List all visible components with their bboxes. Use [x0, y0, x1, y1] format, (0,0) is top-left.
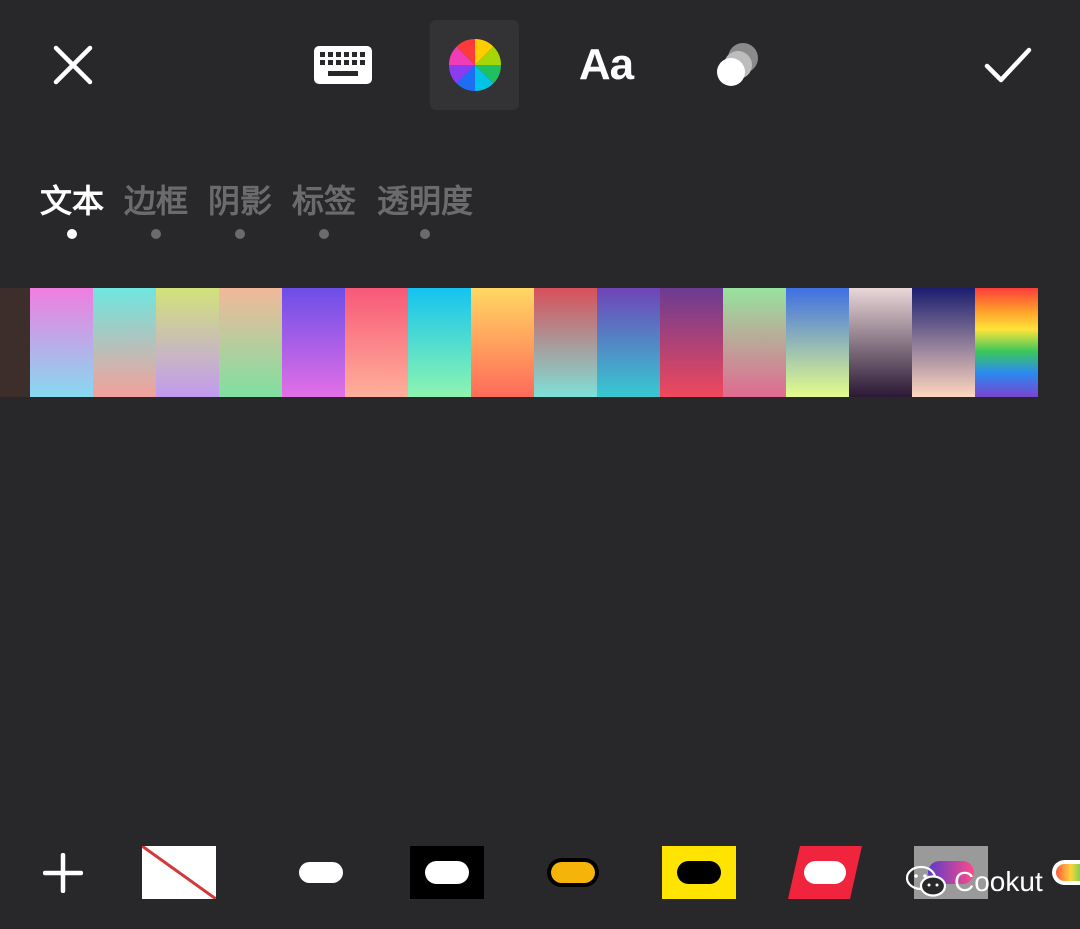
- close-icon: [53, 45, 93, 85]
- tab-indicator-dot: [319, 229, 329, 239]
- gradient-swatch[interactable]: [156, 288, 219, 397]
- gradient-swatch[interactable]: [597, 288, 660, 397]
- tab-indicator-dot: [235, 229, 245, 239]
- gradient-swatch[interactable]: [660, 288, 723, 397]
- tab-3[interactable]: 标签: [292, 176, 357, 239]
- gradient-swatch[interactable]: [786, 288, 849, 397]
- color-strip-edge: [0, 288, 30, 397]
- style-black-box-white-pill[interactable]: [410, 846, 484, 899]
- gradient-swatch[interactable]: [534, 288, 597, 397]
- tab-indicator-dot: [67, 229, 77, 239]
- no-style-icon: [142, 846, 216, 899]
- checkmark-icon: [984, 47, 1032, 83]
- confirm-button[interactable]: [976, 20, 1040, 110]
- tab-indicator-dot: [420, 229, 430, 239]
- gradient-swatch[interactable]: [30, 288, 93, 397]
- overlap-circles-icon: [717, 43, 758, 86]
- close-button[interactable]: [40, 20, 106, 110]
- gradient-swatch[interactable]: [723, 288, 786, 397]
- tab-label: 标签: [292, 182, 357, 220]
- style-none[interactable]: [142, 846, 216, 899]
- plus-icon: [43, 852, 83, 893]
- gradient-swatch[interactable]: [93, 288, 156, 397]
- font-label: Aa: [578, 40, 634, 89]
- tab-label: 阴影: [208, 182, 273, 220]
- tab-label: 文本: [40, 182, 105, 220]
- gradient-swatch[interactable]: [471, 288, 534, 397]
- watermark-text: Cookut: [954, 866, 1043, 897]
- style-rainbow-partial[interactable]: [1050, 846, 1080, 899]
- gradient-swatch[interactable]: [975, 288, 1038, 397]
- watermark: Cookut: [906, 862, 1043, 902]
- color-button[interactable]: [430, 20, 519, 110]
- gradient-swatch[interactable]: [912, 288, 975, 397]
- tab-0[interactable]: 文本: [40, 176, 105, 239]
- style-white-pill[interactable]: [285, 846, 359, 899]
- color-wheel-icon: [448, 39, 501, 91]
- tab-label: 边框: [124, 182, 189, 220]
- tab-1[interactable]: 边框: [124, 176, 189, 239]
- gradient-swatch[interactable]: [408, 288, 471, 397]
- style-button[interactable]: [706, 20, 770, 110]
- keyboard-button[interactable]: [308, 20, 378, 110]
- gradient-swatch[interactable]: [345, 288, 408, 397]
- keyboard-icon: [314, 46, 372, 84]
- style-red-slant-white-pill[interactable]: [788, 846, 862, 899]
- tab-label: 透明度: [376, 182, 473, 220]
- wechat-icon: [906, 865, 947, 897]
- style-yellow-outlined-pill[interactable]: [536, 846, 610, 899]
- tab-4[interactable]: 透明度: [376, 176, 474, 239]
- font-button[interactable]: Aa: [570, 20, 642, 110]
- tab-indicator-dot: [151, 229, 161, 239]
- add-style-button[interactable]: [40, 846, 86, 899]
- style-yellow-box-black-pill[interactable]: [662, 846, 736, 899]
- tab-2[interactable]: 阴影: [208, 176, 273, 239]
- gradient-swatch[interactable]: [849, 288, 912, 397]
- gradient-swatch[interactable]: [282, 288, 345, 397]
- gradient-swatch[interactable]: [219, 288, 282, 397]
